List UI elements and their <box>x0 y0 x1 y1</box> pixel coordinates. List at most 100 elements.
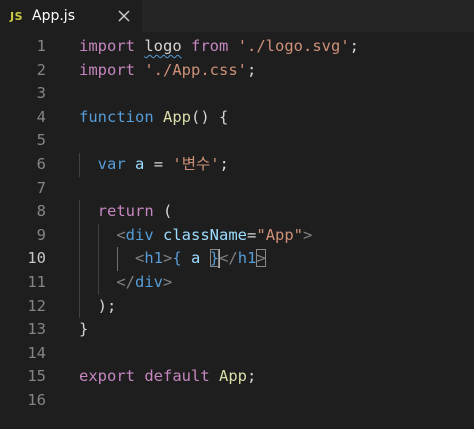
code-token: > <box>163 273 173 291</box>
line-number: 10 <box>27 249 46 268</box>
tab-bar: JS App.js <box>0 0 474 32</box>
line-number: 5 <box>36 131 46 150</box>
code-token: "App" <box>256 225 304 244</box>
code-token: App <box>163 107 191 126</box>
line-number: 7 <box>36 178 46 197</box>
editor-text-area[interactable]: 1 import logo from './logo.svg'; 2 import '… <box>0 32 474 429</box>
code-token: ); <box>79 296 117 315</box>
code-token: </ <box>116 273 135 291</box>
code-token: < <box>135 249 145 268</box>
code-token: default <box>144 367 210 386</box>
line-number: 3 <box>36 84 46 103</box>
code-token: './logo.svg' <box>237 37 350 55</box>
code-token: ; <box>219 155 229 173</box>
code-token: ( <box>153 202 173 221</box>
line-number: 12 <box>27 296 46 315</box>
line-number: 13 <box>27 320 46 339</box>
code-token: a <box>135 155 145 173</box>
code-token: h1 <box>144 249 164 268</box>
line-number: 4 <box>36 107 46 126</box>
code-text: return ( <box>79 200 173 224</box>
code-token: = <box>144 155 173 173</box>
code-line[interactable]: 1 import logo from './logo.svg'; <box>0 35 474 59</box>
code-line[interactable]: 5 <box>0 129 474 153</box>
code-token: h1 <box>237 249 257 268</box>
code-token: var <box>97 155 126 173</box>
code-text: ); <box>79 295 117 319</box>
line-number: 6 <box>36 155 46 173</box>
code-token: '변수' <box>172 155 220 173</box>
code-token: import <box>79 37 135 55</box>
code-line[interactable]: 4 function App() { <box>0 106 474 130</box>
code-line[interactable]: 13} <box>0 318 474 342</box>
code-line[interactable]: 7 <box>0 177 474 201</box>
code-token: ; <box>247 60 257 79</box>
code-line[interactable]: 8 return ( <box>0 200 474 224</box>
code-line[interactable]: 9 <div className="App"> <box>0 223 474 248</box>
code-line[interactable]: 3 <box>0 82 474 106</box>
code-token: > <box>303 225 313 244</box>
code-editor-window: JS App.js 1 import logo from './logo.svg'… <box>0 0 474 429</box>
code-token: return <box>97 202 154 221</box>
code-text: <div className="App"> <box>79 224 312 248</box>
code-token: { <box>172 249 182 268</box>
code-token: logo <box>144 37 182 55</box>
close-tab-button[interactable] <box>112 4 136 28</box>
code-line[interactable]: 16 <box>0 389 474 413</box>
code-line[interactable]: 6 var a = '변수'; <box>0 153 474 177</box>
close-icon <box>118 10 130 22</box>
code-token: className <box>163 225 248 244</box>
line-number: 16 <box>27 391 46 409</box>
code-token: } <box>79 320 89 339</box>
code-line[interactable]: 10 <h1>{ a }</h1> <box>0 247 474 271</box>
code-token: App <box>219 367 248 386</box>
code-line[interactable]: 11 </div> <box>0 271 474 295</box>
line-number: 1 <box>36 37 46 55</box>
code-token: ; <box>247 367 257 386</box>
code-token: './App.css' <box>144 60 247 79</box>
code-token: ; <box>349 37 360 55</box>
line-number: 14 <box>27 343 46 362</box>
code-text: import './App.css'; <box>79 59 256 83</box>
code-token: a <box>191 249 201 268</box>
code-line[interactable]: 14 <box>0 342 474 366</box>
code-text: <h1>{ a }</h1> <box>79 247 266 271</box>
code-token: export <box>79 367 135 386</box>
line-number: 8 <box>36 202 46 221</box>
code-line[interactable]: 12 ); <box>0 294 474 319</box>
line-number: 15 <box>27 367 46 386</box>
line-number: 2 <box>36 60 46 79</box>
code-token: > <box>256 249 266 268</box>
code-token: function <box>79 107 154 126</box>
code-token: = <box>247 225 257 244</box>
tab-app-js[interactable]: JS App.js <box>0 0 142 32</box>
tab-label: App.js <box>32 8 75 24</box>
code-token: > <box>163 249 173 268</box>
code-token: < <box>116 225 126 244</box>
code-token: div <box>125 225 154 244</box>
code-text: function App() { <box>79 106 228 130</box>
code-text: import logo from './logo.svg'; <box>79 35 359 59</box>
code-token: from <box>191 37 229 55</box>
javascript-file-icon: JS <box>10 9 24 23</box>
line-number: 9 <box>36 225 46 244</box>
code-token: import <box>79 60 135 79</box>
code-line[interactable]: 15 export default App; <box>0 365 474 389</box>
code-line[interactable]: 2 import './App.css'; <box>0 59 474 83</box>
